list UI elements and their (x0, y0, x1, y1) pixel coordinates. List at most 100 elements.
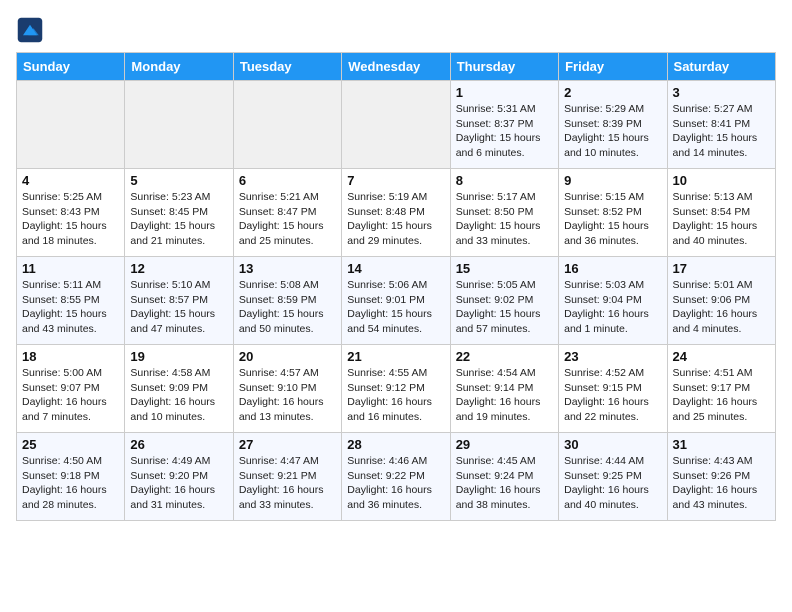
day-info: Sunrise: 4:44 AMSunset: 9:25 PMDaylight:… (564, 454, 661, 513)
calendar-week-4: 18Sunrise: 5:00 AMSunset: 9:07 PMDayligh… (17, 345, 776, 433)
calendar-cell (233, 81, 341, 169)
calendar-cell: 28 Sunrise: 4:46 AMSunset: 9:22 PMDayligh… (342, 433, 450, 521)
day-number: 2 (564, 85, 661, 100)
calendar-body: 1 Sunrise: 5:31 AMSunset: 8:37 PMDaylight… (17, 81, 776, 521)
day-info: Sunrise: 5:31 AMSunset: 8:37 PMDaylight:… (456, 102, 553, 161)
weekday-header-saturday: Saturday (667, 53, 775, 81)
calendar-cell: 8 Sunrise: 5:17 AMSunset: 8:50 PMDaylight… (450, 169, 558, 257)
calendar-week-2: 4Sunrise: 5:25 AMSunset: 8:43 PMDaylight… (17, 169, 776, 257)
calendar-cell: 7 Sunrise: 5:19 AMSunset: 8:48 PMDaylight… (342, 169, 450, 257)
day-info: Sunrise: 4:49 AMSunset: 9:20 PMDaylight:… (130, 454, 227, 513)
calendar-cell: 14 Sunrise: 5:06 AMSunset: 9:01 PMDayligh… (342, 257, 450, 345)
day-number: 29 (456, 437, 553, 452)
calendar-cell: 26 Sunrise: 4:49 AMSunset: 9:20 PMDayligh… (125, 433, 233, 521)
day-info: Sunrise: 4:54 AMSunset: 9:14 PMDaylight:… (456, 366, 553, 425)
day-info: Sunrise: 5:10 AMSunset: 8:57 PMDaylight:… (130, 278, 227, 337)
calendar-cell: 21 Sunrise: 4:55 AMSunset: 9:12 PMDayligh… (342, 345, 450, 433)
calendar-week-5: 25Sunrise: 4:50 AMSunset: 9:18 PMDayligh… (17, 433, 776, 521)
calendar-header: SundayMondayTuesdayWednesdayThursdayFrid… (17, 53, 776, 81)
day-number: 10 (673, 173, 770, 188)
day-number: 5 (130, 173, 227, 188)
day-info: Sunrise: 5:17 AMSunset: 8:50 PMDaylight:… (456, 190, 553, 249)
day-number: 28 (347, 437, 444, 452)
day-info: Sunrise: 4:45 AMSunset: 9:24 PMDaylight:… (456, 454, 553, 513)
calendar-cell: 16 Sunrise: 5:03 AMSunset: 9:04 PMDayligh… (559, 257, 667, 345)
day-info: Sunrise: 5:15 AMSunset: 8:52 PMDaylight:… (564, 190, 661, 249)
weekday-header-friday: Friday (559, 53, 667, 81)
calendar-cell: 5Sunrise: 5:23 AMSunset: 8:45 PMDaylight… (125, 169, 233, 257)
calendar-cell (125, 81, 233, 169)
day-number: 26 (130, 437, 227, 452)
calendar-cell: 4Sunrise: 5:25 AMSunset: 8:43 PMDaylight… (17, 169, 125, 257)
day-number: 16 (564, 261, 661, 276)
calendar-cell: 18Sunrise: 5:00 AMSunset: 9:07 PMDayligh… (17, 345, 125, 433)
calendar-cell: 1 Sunrise: 5:31 AMSunset: 8:37 PMDaylight… (450, 81, 558, 169)
calendar-cell: 19 Sunrise: 4:58 AMSunset: 9:09 PMDayligh… (125, 345, 233, 433)
day-number: 3 (673, 85, 770, 100)
day-number: 18 (22, 349, 119, 364)
calendar-cell: 17 Sunrise: 5:01 AMSunset: 9:06 PMDayligh… (667, 257, 775, 345)
calendar-cell: 27 Sunrise: 4:47 AMSunset: 9:21 PMDayligh… (233, 433, 341, 521)
day-number: 21 (347, 349, 444, 364)
day-info: Sunrise: 5:03 AMSunset: 9:04 PMDaylight:… (564, 278, 661, 337)
day-info: Sunrise: 5:19 AMSunset: 8:48 PMDaylight:… (347, 190, 444, 249)
day-info: Sunrise: 5:01 AMSunset: 9:06 PMDaylight:… (673, 278, 770, 337)
calendar-cell: 20 Sunrise: 4:57 AMSunset: 9:10 PMDayligh… (233, 345, 341, 433)
logo-icon (16, 16, 44, 44)
day-number: 9 (564, 173, 661, 188)
calendar-cell: 6Sunrise: 5:21 AMSunset: 8:47 PMDaylight… (233, 169, 341, 257)
day-number: 31 (673, 437, 770, 452)
day-number: 24 (673, 349, 770, 364)
day-info: Sunrise: 4:55 AMSunset: 9:12 PMDaylight:… (347, 366, 444, 425)
day-info: Sunrise: 4:52 AMSunset: 9:15 PMDaylight:… (564, 366, 661, 425)
day-number: 22 (456, 349, 553, 364)
day-number: 30 (564, 437, 661, 452)
day-number: 11 (22, 261, 119, 276)
day-info: Sunrise: 4:50 AMSunset: 9:18 PMDaylight:… (22, 454, 119, 513)
day-info: Sunrise: 4:57 AMSunset: 9:10 PMDaylight:… (239, 366, 336, 425)
day-number: 20 (239, 349, 336, 364)
calendar-cell: 12Sunrise: 5:10 AMSunset: 8:57 PMDayligh… (125, 257, 233, 345)
day-number: 1 (456, 85, 553, 100)
calendar-cell: 22 Sunrise: 4:54 AMSunset: 9:14 PMDayligh… (450, 345, 558, 433)
day-info: Sunrise: 4:58 AMSunset: 9:09 PMDaylight:… (130, 366, 227, 425)
logo (16, 16, 48, 44)
day-info: Sunrise: 4:46 AMSunset: 9:22 PMDaylight:… (347, 454, 444, 513)
weekday-header-tuesday: Tuesday (233, 53, 341, 81)
weekday-header-monday: Monday (125, 53, 233, 81)
day-info: Sunrise: 5:08 AMSunset: 8:59 PMDaylight:… (239, 278, 336, 337)
day-info: Sunrise: 5:11 AMSunset: 8:55 PMDaylight:… (22, 278, 119, 337)
calendar-cell: 10 Sunrise: 5:13 AMSunset: 8:54 PMDayligh… (667, 169, 775, 257)
day-info: Sunrise: 5:27 AMSunset: 8:41 PMDaylight:… (673, 102, 770, 161)
calendar-week-1: 1 Sunrise: 5:31 AMSunset: 8:37 PMDaylight… (17, 81, 776, 169)
page-header (16, 16, 776, 44)
calendar-cell: 2Sunrise: 5:29 AMSunset: 8:39 PMDaylight… (559, 81, 667, 169)
day-number: 13 (239, 261, 336, 276)
weekday-header-wednesday: Wednesday (342, 53, 450, 81)
day-number: 4 (22, 173, 119, 188)
calendar-cell: 30 Sunrise: 4:44 AMSunset: 9:25 PMDayligh… (559, 433, 667, 521)
calendar-cell: 25Sunrise: 4:50 AMSunset: 9:18 PMDayligh… (17, 433, 125, 521)
calendar-cell: 15Sunrise: 5:05 AMSunset: 9:02 PMDayligh… (450, 257, 558, 345)
day-info: Sunrise: 5:21 AMSunset: 8:47 PMDaylight:… (239, 190, 336, 249)
day-info: Sunrise: 4:51 AMSunset: 9:17 PMDaylight:… (673, 366, 770, 425)
day-number: 8 (456, 173, 553, 188)
calendar-cell: 9 Sunrise: 5:15 AMSunset: 8:52 PMDaylight… (559, 169, 667, 257)
day-number: 27 (239, 437, 336, 452)
calendar-table: SundayMondayTuesdayWednesdayThursdayFrid… (16, 52, 776, 521)
weekday-header-thursday: Thursday (450, 53, 558, 81)
day-info: Sunrise: 5:06 AMSunset: 9:01 PMDaylight:… (347, 278, 444, 337)
day-number: 17 (673, 261, 770, 276)
calendar-cell: 24 Sunrise: 4:51 AMSunset: 9:17 PMDayligh… (667, 345, 775, 433)
day-number: 19 (130, 349, 227, 364)
day-number: 7 (347, 173, 444, 188)
day-info: Sunrise: 5:05 AMSunset: 9:02 PMDaylight:… (456, 278, 553, 337)
calendar-cell (342, 81, 450, 169)
day-info: Sunrise: 4:47 AMSunset: 9:21 PMDaylight:… (239, 454, 336, 513)
calendar-cell: 29 Sunrise: 4:45 AMSunset: 9:24 PMDayligh… (450, 433, 558, 521)
day-number: 14 (347, 261, 444, 276)
calendar-week-3: 11 Sunrise: 5:11 AMSunset: 8:55 PMDayligh… (17, 257, 776, 345)
day-info: Sunrise: 5:13 AMSunset: 8:54 PMDaylight:… (673, 190, 770, 249)
calendar-cell: 11 Sunrise: 5:11 AMSunset: 8:55 PMDayligh… (17, 257, 125, 345)
calendar-cell: 23Sunrise: 4:52 AMSunset: 9:15 PMDayligh… (559, 345, 667, 433)
